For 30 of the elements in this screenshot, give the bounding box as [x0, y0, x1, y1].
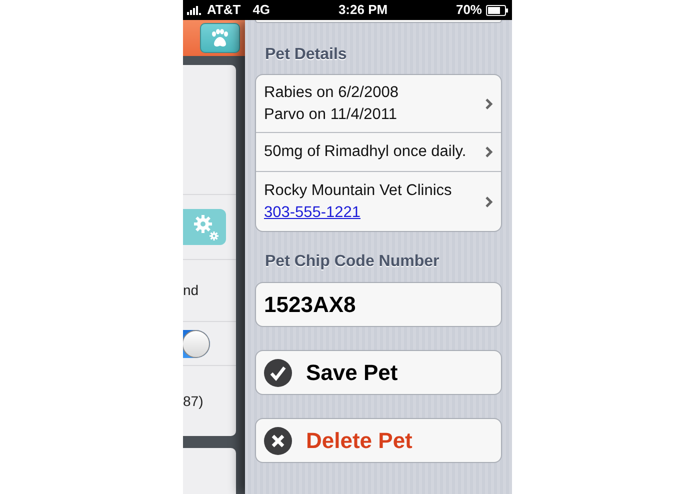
save-button[interactable]: Save Pet — [255, 350, 502, 395]
phone-link[interactable]: 303-555-1221 — [264, 204, 361, 220]
chevron-icon — [485, 196, 493, 208]
menu-card — [183, 448, 236, 494]
battery-icon — [486, 4, 508, 16]
detail-text: Parvo on 11/4/2011 — [264, 104, 398, 124]
status-time: 3:26 PM — [337, 1, 389, 20]
menu-item-label: 87) — [183, 392, 204, 411]
chevron-icon — [485, 146, 493, 158]
delete-button[interactable]: Delete Pet — [255, 418, 502, 463]
gears-icon — [192, 213, 220, 242]
network-type: 4G — [252, 1, 270, 20]
section-heading: Pet Details — [265, 45, 348, 65]
close-icon — [264, 426, 292, 454]
battery-percent: 70% — [456, 1, 482, 20]
detail-text: Rabies on 6/2/2008 — [264, 82, 400, 102]
detail-row[interactable]: Rabies on 6/2/2008 Parvo on 11/4/2011 — [256, 75, 501, 133]
detail-row[interactable]: Rocky Mountain Vet Clinics 303-555-1221 — [256, 172, 501, 231]
checkmark-icon — [264, 358, 292, 386]
carrier-name: AT&T — [207, 1, 241, 20]
detail-text: 50mg of Rimadhyl once daily. — [264, 142, 468, 162]
detail-row[interactable]: 50mg of Rimadhyl once daily. — [256, 133, 501, 172]
chevron-icon — [485, 98, 493, 110]
detail-text: Rocky Mountain Vet Clinics — [264, 180, 453, 200]
menu-item-label: nd — [183, 281, 199, 300]
paw-button[interactable] — [200, 23, 240, 54]
chip-code-field[interactable]: 1523AX8 — [255, 282, 502, 327]
paw-icon — [210, 29, 230, 48]
signal-icon — [187, 6, 203, 14]
section-heading: Pet Chip Code Number — [265, 252, 440, 272]
